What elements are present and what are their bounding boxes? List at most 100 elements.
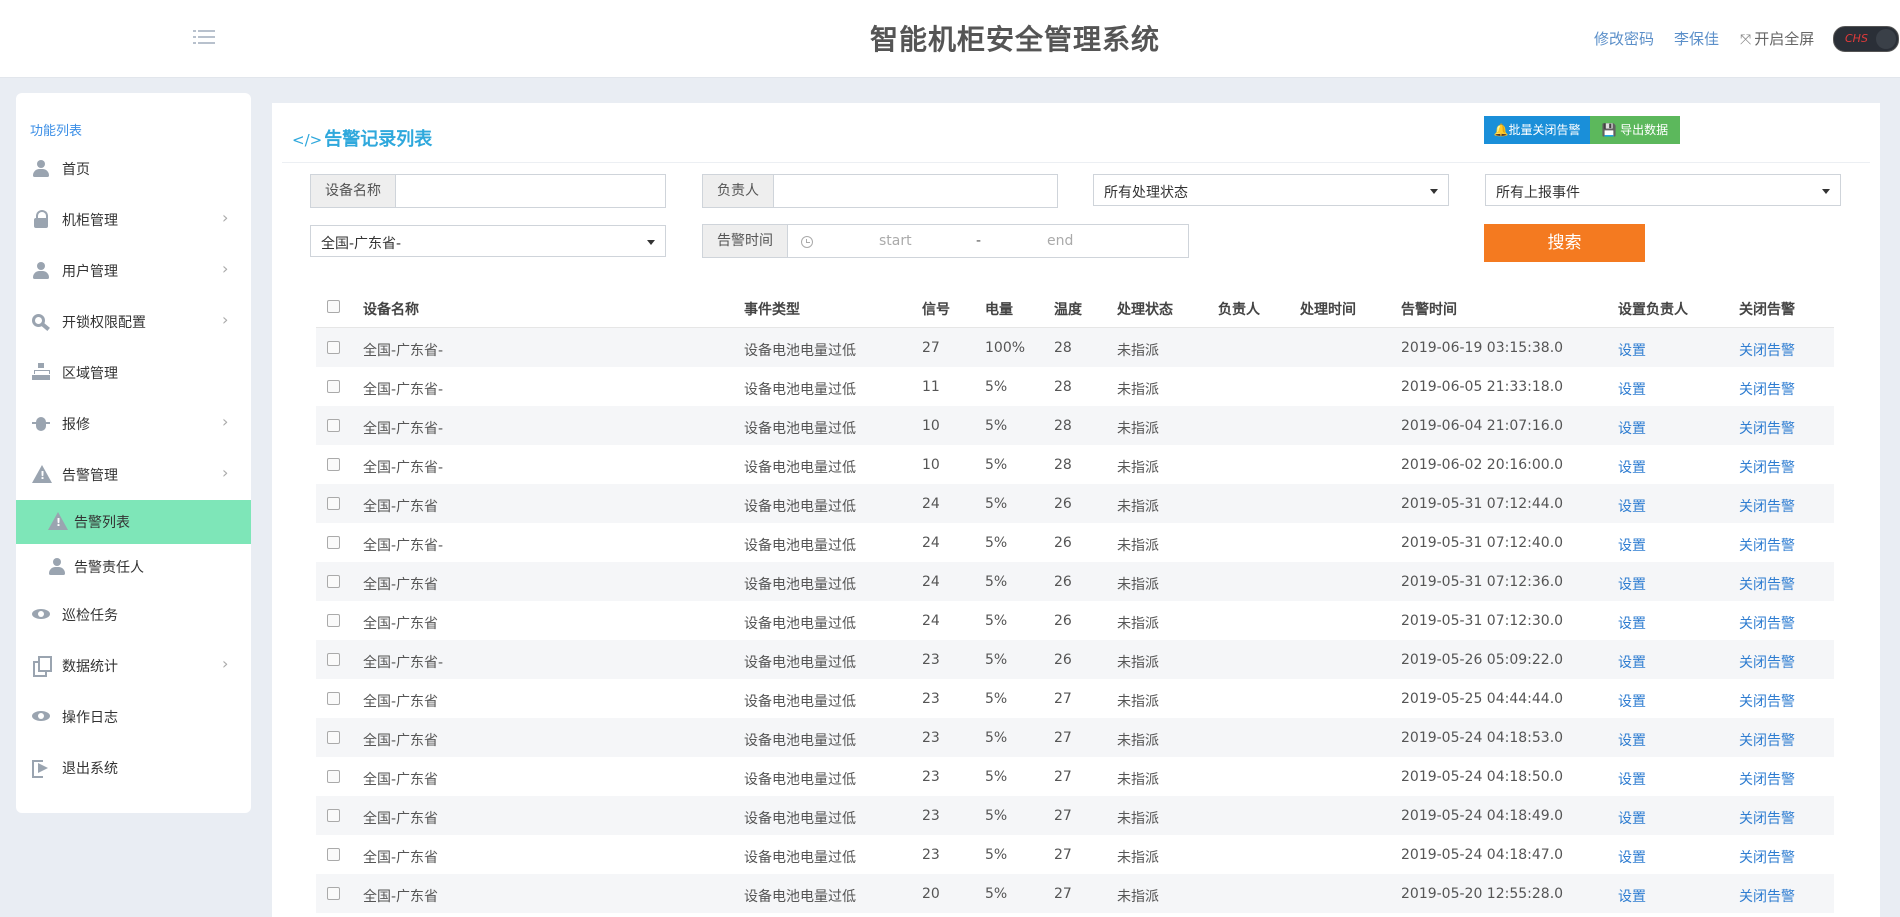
set-owner-link[interactable]: 设置 bbox=[1618, 577, 1646, 593]
select-all-checkbox[interactable] bbox=[327, 300, 340, 313]
close-alarm-link[interactable]: 关闭告警 bbox=[1739, 577, 1795, 593]
set-owner-link[interactable]: 设置 bbox=[1618, 499, 1646, 515]
row-checkbox[interactable] bbox=[327, 887, 340, 900]
time-start-input[interactable]: start bbox=[879, 233, 912, 249]
close-alarm-link[interactable]: 关闭告警 bbox=[1739, 655, 1795, 671]
lock-icon bbox=[32, 210, 50, 228]
row-checkbox[interactable] bbox=[327, 692, 340, 705]
fullscreen-button[interactable]: ⤧ 开启全屏 bbox=[1740, 28, 1814, 49]
sidebar-item-home[interactable]: 首页 bbox=[16, 147, 251, 191]
close-alarm-link[interactable]: 关闭告警 bbox=[1739, 733, 1795, 749]
owner-input[interactable] bbox=[773, 175, 1055, 207]
set-owner-link[interactable]: 设置 bbox=[1618, 733, 1646, 749]
search-button[interactable]: 搜索 bbox=[1484, 224, 1645, 262]
cell-device-name: 全国-广东省- bbox=[363, 538, 444, 554]
sidebar-header: 功能列表 bbox=[30, 124, 83, 139]
export-data-button[interactable]: 💾 导出数据 bbox=[1590, 116, 1680, 144]
cell-battery: 5% bbox=[985, 613, 1008, 629]
row-checkbox[interactable] bbox=[327, 458, 340, 471]
owner-label: 负责人 bbox=[703, 175, 774, 207]
close-alarm-link[interactable]: 关闭告警 bbox=[1739, 772, 1795, 788]
sidebar-item-cabinet[interactable]: 机柜管理 › bbox=[16, 198, 251, 242]
caret-down-icon bbox=[1430, 189, 1438, 194]
row-checkbox[interactable] bbox=[327, 341, 340, 354]
close-alarm-link[interactable]: 关闭告警 bbox=[1739, 343, 1795, 359]
set-owner-link[interactable]: 设置 bbox=[1618, 811, 1646, 827]
cell-alarm-time: 2019-05-31 07:12:30.0 bbox=[1401, 613, 1564, 629]
set-owner-link[interactable]: 设置 bbox=[1618, 421, 1646, 437]
sidebar-item-alarm-list[interactable]: 告警列表 bbox=[16, 500, 251, 544]
cell-set-owner: 设置 bbox=[1618, 535, 1646, 555]
status-select[interactable]: 所有处理状态 bbox=[1093, 174, 1449, 206]
cell-temperature: 28 bbox=[1054, 340, 1072, 356]
row-checkbox[interactable] bbox=[327, 497, 340, 510]
time-end-input[interactable]: end bbox=[1047, 233, 1073, 249]
set-owner-link[interactable]: 设置 bbox=[1618, 343, 1646, 359]
sidebar-item-label: 告警管理 bbox=[62, 468, 118, 484]
sidebar-item-alarm-management[interactable]: 告警管理 › bbox=[16, 453, 251, 497]
cell-alarm-time: 2019-05-31 07:12:44.0 bbox=[1401, 496, 1564, 512]
user-name-link[interactable]: 李保佳 bbox=[1674, 28, 1719, 49]
sidebar-item-regions[interactable]: 区域管理 bbox=[16, 351, 251, 395]
language-toggle[interactable]: CHS bbox=[1833, 26, 1899, 52]
set-owner-link[interactable]: 设置 bbox=[1618, 772, 1646, 788]
set-owner-link[interactable]: 设置 bbox=[1618, 889, 1646, 905]
row-checkbox[interactable] bbox=[327, 770, 340, 783]
set-owner-link[interactable]: 设置 bbox=[1618, 616, 1646, 632]
change-password-link[interactable]: 修改密码 bbox=[1594, 28, 1654, 49]
cell-temperature: 26 bbox=[1054, 496, 1072, 512]
row-checkbox[interactable] bbox=[327, 848, 340, 861]
event-select[interactable]: 所有上报事件 bbox=[1485, 174, 1841, 206]
close-alarm-link[interactable]: 关闭告警 bbox=[1739, 811, 1795, 827]
cell-set-owner: 设置 bbox=[1618, 574, 1646, 594]
sidebar-item-repair[interactable]: 报修 › bbox=[16, 402, 251, 446]
close-alarm-link[interactable]: 关闭告警 bbox=[1739, 850, 1795, 866]
batch-close-alarm-button[interactable]: 🔔批量关闭告警 bbox=[1484, 116, 1590, 144]
device-name-input[interactable] bbox=[395, 175, 663, 207]
close-alarm-link[interactable]: 关闭告警 bbox=[1739, 460, 1795, 476]
set-owner-link[interactable]: 设置 bbox=[1618, 850, 1646, 866]
set-owner-link[interactable]: 设置 bbox=[1618, 460, 1646, 476]
cell-close-alarm: 关闭告警 bbox=[1739, 613, 1795, 633]
sidebar-item-operation-log[interactable]: 操作日志 bbox=[16, 695, 251, 739]
cell-status: 未指派 bbox=[1117, 772, 1159, 788]
row-checkbox[interactable] bbox=[327, 653, 340, 666]
row-checkbox[interactable] bbox=[327, 731, 340, 744]
close-alarm-link[interactable]: 关闭告警 bbox=[1739, 889, 1795, 905]
close-alarm-link[interactable]: 关闭告警 bbox=[1739, 382, 1795, 398]
close-alarm-link[interactable]: 关闭告警 bbox=[1739, 538, 1795, 554]
sidebar-item-label: 数据统计 bbox=[62, 659, 118, 675]
sidebar-item-logout[interactable]: 退出系统 bbox=[16, 746, 251, 790]
row-checkbox[interactable] bbox=[327, 614, 340, 627]
cell-set-owner: 设置 bbox=[1618, 418, 1646, 438]
cell-signal: 24 bbox=[922, 613, 940, 629]
row-checkbox[interactable] bbox=[327, 809, 340, 822]
cell-temperature: 26 bbox=[1054, 652, 1072, 668]
region-select[interactable]: 全国-广东省- bbox=[310, 225, 666, 257]
time-range-picker[interactable]: start - end bbox=[789, 225, 1188, 257]
event-select-value: 所有上报事件 bbox=[1496, 185, 1580, 201]
sidebar-item-alarm-owner[interactable]: 告警责任人 bbox=[16, 545, 251, 589]
sidebar-item-inspection[interactable]: 巡检任务 bbox=[16, 593, 251, 637]
row-checkbox[interactable] bbox=[327, 419, 340, 432]
set-owner-link[interactable]: 设置 bbox=[1618, 538, 1646, 554]
cell-alarm-time: 2019-05-24 04:18:53.0 bbox=[1401, 730, 1564, 746]
cell-close-alarm: 关闭告警 bbox=[1739, 847, 1795, 867]
sidebar-item-users[interactable]: 用户管理 › bbox=[16, 249, 251, 293]
sidebar-item-unlock-permissions[interactable]: 开锁权限配置 › bbox=[16, 300, 251, 344]
bug-icon bbox=[32, 414, 50, 432]
row-checkbox[interactable] bbox=[327, 380, 340, 393]
row-checkbox[interactable] bbox=[327, 575, 340, 588]
close-alarm-link[interactable]: 关闭告警 bbox=[1739, 694, 1795, 710]
close-alarm-link[interactable]: 关闭告警 bbox=[1739, 499, 1795, 515]
sidebar-item-statistics[interactable]: 数据统计 › bbox=[16, 644, 251, 688]
col-handled-time: 处理时间 bbox=[1300, 302, 1356, 318]
row-checkbox[interactable] bbox=[327, 536, 340, 549]
close-alarm-link[interactable]: 关闭告警 bbox=[1739, 616, 1795, 632]
set-owner-link[interactable]: 设置 bbox=[1618, 694, 1646, 710]
set-owner-link[interactable]: 设置 bbox=[1618, 382, 1646, 398]
cell-event-type: 设备电池电量过低 bbox=[744, 577, 856, 593]
close-alarm-link[interactable]: 关闭告警 bbox=[1739, 421, 1795, 437]
set-owner-link[interactable]: 设置 bbox=[1618, 655, 1646, 671]
cell-close-alarm: 关闭告警 bbox=[1739, 574, 1795, 594]
